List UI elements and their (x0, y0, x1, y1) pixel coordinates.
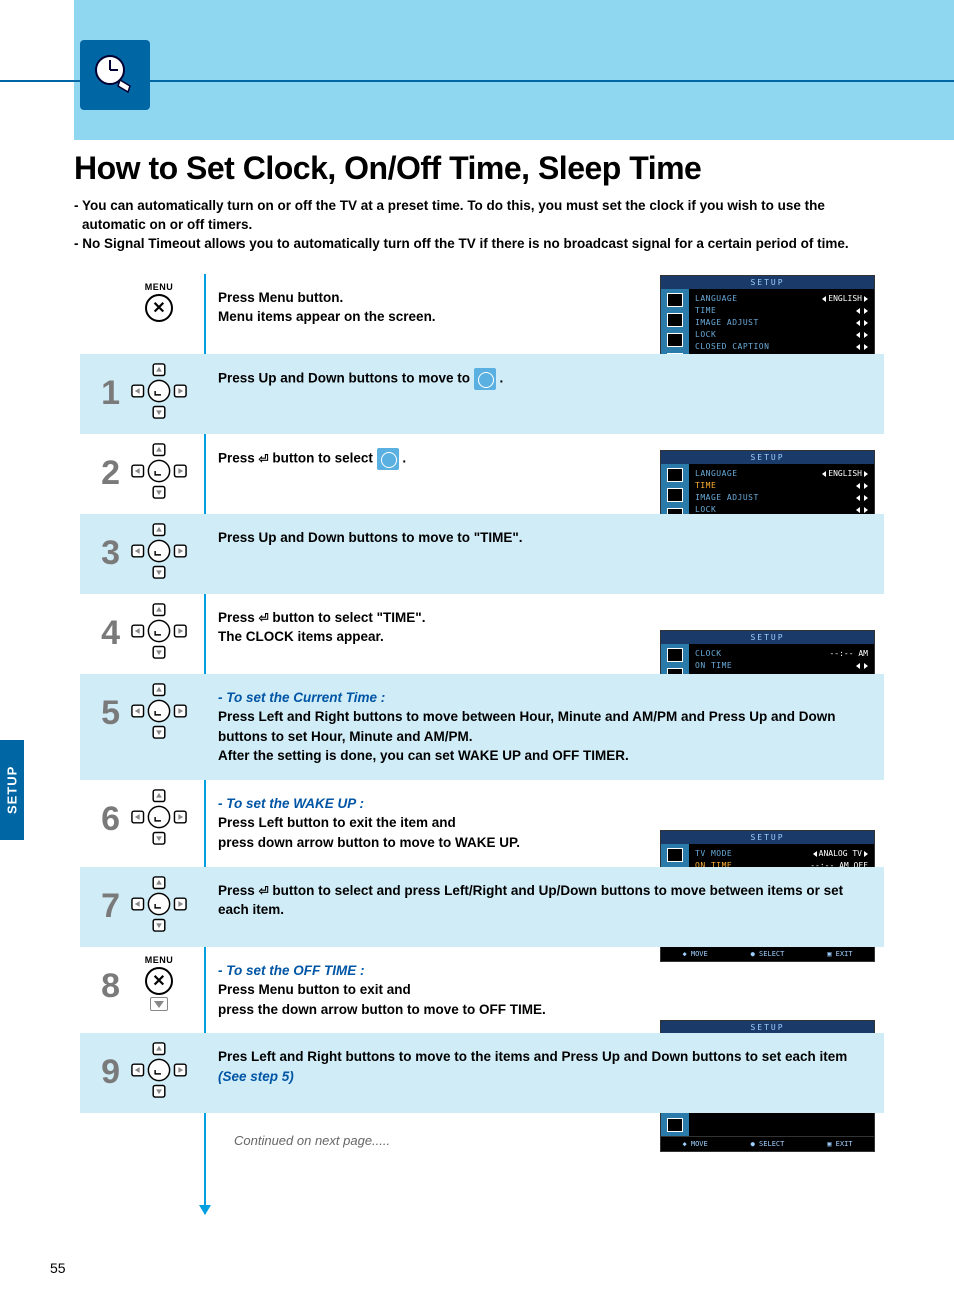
step-text-part: . (402, 450, 406, 465)
close-icon: ✕ (145, 967, 173, 995)
enter-icon: ⏎ (259, 451, 269, 468)
step-row: MENU ✕ Press Menu button. Menu items app… (80, 274, 884, 354)
step-row: 2 Press ⏎ button to select . (80, 434, 884, 514)
step-text: Press ⏎ button to select and press Left/… (198, 867, 884, 934)
step-subheading: - To set the WAKE UP : (218, 794, 876, 814)
down-arrow-icon (150, 997, 168, 1011)
step-row: 8 MENU ✕ - To set the OFF TIME : Press M… (80, 947, 884, 1034)
step-text: - To set the WAKE UP : Press Left button… (198, 780, 884, 867)
intro-text: - You can automatically turn on or off t… (74, 197, 884, 254)
step-number: 8 (80, 947, 120, 1006)
step-row: 3 Press Up and Down buttons to move to "… (80, 514, 884, 594)
step-text-part: Pres Left and Right buttons to move to t… (218, 1049, 847, 1064)
dpad-icon (120, 514, 198, 580)
step-row: 4 Press ⏎ button to select "TIME". The C… (80, 594, 884, 674)
intro-line: - No Signal Timeout allows you to automa… (74, 235, 884, 254)
step-number: 7 (80, 867, 120, 926)
step-text-body: Press Menu button to exit and press the … (218, 980, 876, 1019)
page-title: How to Set Clock, On/Off Time, Sleep Tim… (74, 150, 884, 187)
step-text: Press Menu button. Menu items appear on … (198, 274, 884, 341)
osd-hint: ◆ MOVE (682, 1140, 707, 1148)
osd-hint: ▣ EXIT (827, 1140, 852, 1148)
dpad-icon (120, 674, 198, 740)
step-number: 5 (80, 674, 120, 733)
osd-hint: ● SELECT (751, 1140, 785, 1148)
step-text-body: Press Left button to exit the item and p… (218, 813, 876, 852)
close-icon: ✕ (145, 294, 173, 322)
step-row: 7 Press ⏎ button to select and press Lef… (80, 867, 884, 947)
step-row: 9 Pres Left and Right buttons to move to… (80, 1033, 884, 1113)
step-text-part: Press (218, 883, 255, 898)
step-row: 5 - To set the Current Time : Press Left… (80, 674, 884, 780)
step-row: 6 - To set the WAKE UP : Press Left butt… (80, 780, 884, 867)
see-reference: (See step 5) (218, 1069, 294, 1084)
page-number: 55 (50, 1260, 66, 1276)
dpad-icon (120, 354, 198, 420)
step-text: Press ⏎ button to select "TIME". The CLO… (198, 594, 884, 661)
setup-inline-icon (474, 368, 496, 390)
menu-button-icon: MENU ✕ (120, 274, 198, 322)
step-text: - To set the OFF TIME : Press Menu butto… (198, 947, 884, 1034)
step-number: 6 (80, 780, 120, 839)
dpad-icon (120, 780, 198, 846)
intro-line: - You can automatically turn on or off t… (74, 197, 884, 235)
dpad-icon (120, 594, 198, 660)
step-text: Pres Left and Right buttons to move to t… (198, 1033, 884, 1100)
osd-footer: ◆ MOVE ● SELECT ▣ EXIT (661, 1136, 874, 1151)
step-number (80, 274, 120, 294)
step-text-part: Press (218, 450, 259, 465)
dpad-icon (120, 1033, 198, 1099)
step-number: 1 (80, 354, 120, 413)
step-text-part: . (500, 370, 504, 385)
enter-icon: ⏎ (259, 883, 269, 900)
step-text-part: Press Up and Down buttons to move to (218, 370, 470, 385)
dpad-icon (120, 434, 198, 500)
step-text: - To set the Current Time : Press Left a… (198, 674, 884, 780)
menu-label: MENU (145, 282, 174, 292)
step-row: 1 Press Up and Down buttons to move to . (80, 354, 884, 434)
step-number: 2 (80, 434, 120, 493)
step-subheading: - To set the Current Time : (218, 688, 876, 708)
menu-label: MENU (145, 955, 174, 965)
step-subheading: - To set the OFF TIME : (218, 961, 876, 981)
dpad-icon (120, 867, 198, 933)
step-number: 9 (80, 1033, 120, 1092)
header-setup-icon (80, 40, 150, 110)
setup-inline-icon (377, 448, 399, 470)
menu-button-icon: MENU ✕ (120, 947, 198, 1011)
step-text: Press Up and Down buttons to move to . (198, 354, 884, 404)
enter-icon: ⏎ (259, 610, 269, 627)
step-text: Press ⏎ button to select . (198, 434, 884, 484)
step-number: 4 (80, 594, 120, 653)
side-section-tab: SETUP (0, 740, 24, 840)
step-text-body: Press Left and Right buttons to move bet… (218, 707, 876, 766)
step-text-part: button to select (272, 450, 376, 465)
step-text-part: Press (218, 610, 255, 625)
step-number: 3 (80, 514, 120, 573)
step-text-part: button to select and press Left/Right an… (218, 883, 843, 918)
step-text: Press Up and Down buttons to move to "TI… (198, 514, 884, 562)
